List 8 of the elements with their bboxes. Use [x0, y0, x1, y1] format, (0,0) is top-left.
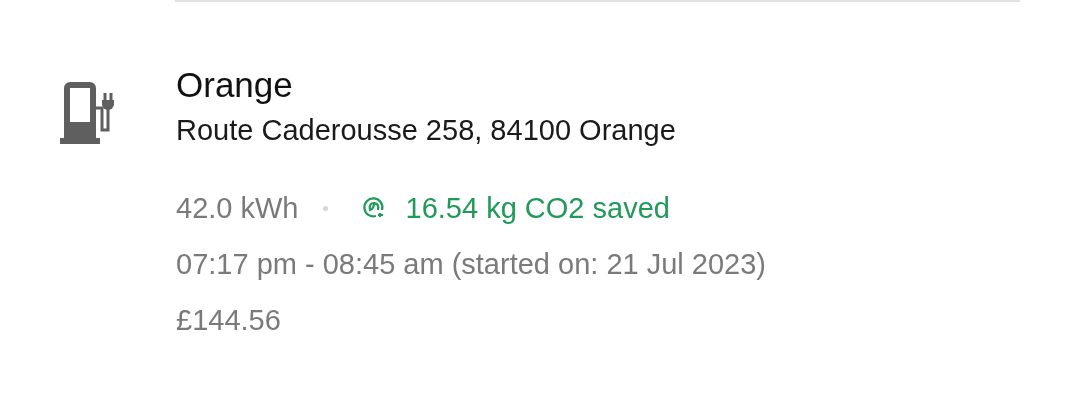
- station-title: Orange: [176, 64, 294, 106]
- session-time: 07:17 pm - 08:45 am (started on: 21 Jul 2023): [176, 247, 766, 282]
- session-price: £144.56: [176, 303, 282, 338]
- co2-saved: 16.54 kg CO2 saved: [405, 191, 670, 226]
- separator-dot: [322, 205, 328, 211]
- leaf-plug-icon: [361, 196, 386, 220]
- station-address: Route Caderousse 258, 84100 Orange: [176, 113, 677, 148]
- energy-amount: 42.0 kWh: [176, 191, 299, 226]
